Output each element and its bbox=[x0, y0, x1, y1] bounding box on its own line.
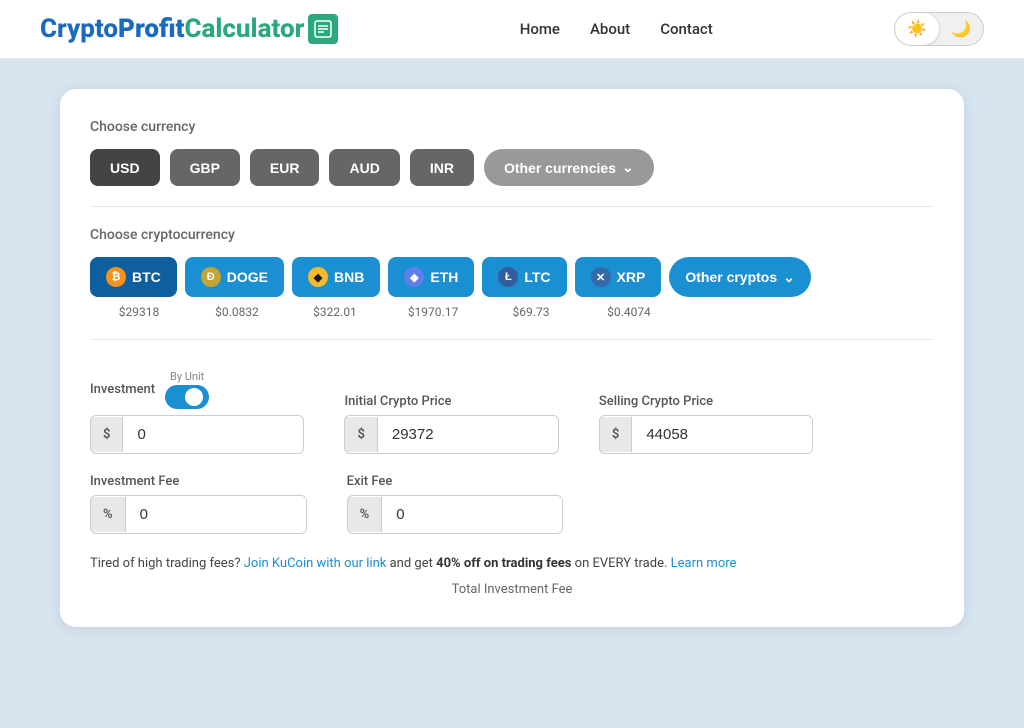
logo-calculator-text: Calculator bbox=[184, 14, 304, 44]
investment-fee-label: Investment Fee bbox=[90, 474, 307, 489]
currency-btn-aud[interactable]: AUD bbox=[329, 149, 399, 186]
main-nav: Home About Contact bbox=[520, 20, 713, 38]
btc-price: $29318 bbox=[94, 305, 184, 319]
nav-contact[interactable]: Contact bbox=[660, 20, 713, 38]
input-row-1: Investment By Unit $ bbox=[90, 370, 934, 454]
chevron-down-icon: ⌄ bbox=[622, 159, 634, 176]
initial-price-input[interactable] bbox=[378, 416, 558, 453]
initial-price-group: Initial Crypto Price $ bbox=[344, 394, 558, 454]
investment-input[interactable] bbox=[123, 416, 303, 453]
logo-icon bbox=[308, 14, 338, 44]
other-cryptos-label: Other cryptos bbox=[685, 269, 777, 285]
initial-price-prefix: $ bbox=[345, 417, 377, 452]
investment-input-wrapper: $ bbox=[90, 415, 304, 454]
other-cryptos-chevron-icon: ⌄ bbox=[783, 269, 795, 286]
ltc-label: LTC bbox=[524, 269, 550, 285]
promo-text: Tired of high trading fees? Join KuCoin … bbox=[90, 554, 934, 574]
exit-fee-prefix: % bbox=[348, 497, 383, 532]
dark-mode-button[interactable]: 🌙 bbox=[939, 13, 983, 45]
investment-prefix: $ bbox=[91, 417, 123, 452]
crypto-button-group: ₿ BTC Ð DOGE ◆ BNB ◆ ETH Ł LTC ✕ XRP bbox=[90, 257, 934, 297]
logo: Crypto Profit Calculator bbox=[40, 14, 338, 44]
investment-fee-group: Investment Fee % bbox=[90, 474, 307, 534]
investment-top: Investment By Unit bbox=[90, 370, 304, 409]
section-divider-2 bbox=[90, 339, 934, 340]
selling-price-input-wrapper: $ bbox=[599, 415, 813, 454]
exit-fee-group: Exit Fee % bbox=[347, 474, 564, 534]
crypto-btn-eth[interactable]: ◆ ETH bbox=[388, 257, 474, 297]
bnb-icon: ◆ bbox=[308, 267, 328, 287]
eth-icon: ◆ bbox=[404, 267, 424, 287]
selling-price-group: Selling Crypto Price $ bbox=[599, 394, 813, 454]
nav-home[interactable]: Home bbox=[520, 20, 560, 38]
selling-price-prefix: $ bbox=[600, 417, 632, 452]
doge-label: DOGE bbox=[227, 269, 268, 285]
investment-fee-prefix: % bbox=[91, 497, 126, 532]
xrp-icon: ✕ bbox=[591, 267, 611, 287]
currency-btn-gbp[interactable]: GBP bbox=[170, 149, 240, 186]
input-row-2: Investment Fee % Exit Fee % bbox=[90, 474, 934, 534]
bnb-label: BNB bbox=[334, 269, 364, 285]
logo-crypto-text: Crypto bbox=[40, 14, 118, 44]
nav-about[interactable]: About bbox=[590, 20, 630, 38]
promo-link-learn-more[interactable]: Learn more bbox=[671, 556, 737, 571]
crypto-btn-xrp[interactable]: ✕ XRP bbox=[575, 257, 662, 297]
crypto-btn-ltc[interactable]: Ł LTC bbox=[482, 257, 566, 297]
other-currencies-label: Other currencies bbox=[504, 160, 616, 176]
initial-price-input-wrapper: $ bbox=[344, 415, 558, 454]
currency-btn-eur[interactable]: EUR bbox=[250, 149, 320, 186]
promo-link-kucoin[interactable]: Join KuCoin with our link bbox=[244, 556, 387, 571]
initial-price-label: Initial Crypto Price bbox=[344, 394, 558, 409]
bnb-price: $322.01 bbox=[290, 305, 380, 319]
ltc-icon: Ł bbox=[498, 267, 518, 287]
currency-label: Choose currency bbox=[90, 119, 934, 135]
investment-fee-input-wrapper: % bbox=[90, 495, 307, 534]
doge-icon: Ð bbox=[201, 267, 221, 287]
currency-button-group: USD GBP EUR AUD INR Other currencies ⌄ bbox=[90, 149, 934, 186]
investment-fee-input[interactable] bbox=[126, 496, 306, 533]
section-divider-1 bbox=[90, 206, 934, 207]
exit-fee-input[interactable] bbox=[382, 496, 562, 533]
calculator-card: Choose currency USD GBP EUR AUD INR Othe… bbox=[60, 89, 964, 627]
promo-bold-text: 40% off on trading fees bbox=[436, 556, 571, 571]
logo-profit-text: Profit bbox=[118, 14, 184, 44]
crypto-btn-other[interactable]: Other cryptos ⌄ bbox=[669, 257, 811, 297]
crypto-label: Choose cryptocurrency bbox=[90, 227, 934, 243]
theme-toggle[interactable]: ☀️ 🌙 bbox=[894, 12, 984, 46]
exit-fee-input-wrapper: % bbox=[347, 495, 564, 534]
promo-text-middle: and get bbox=[390, 556, 433, 571]
crypto-btn-btc[interactable]: ₿ BTC bbox=[90, 257, 177, 297]
investment-label: Investment bbox=[90, 382, 155, 397]
inputs-section: Investment By Unit $ bbox=[90, 370, 934, 534]
selling-price-input[interactable] bbox=[632, 416, 812, 453]
main-wrapper: Choose currency USD GBP EUR AUD INR Othe… bbox=[0, 59, 1024, 728]
total-fee-label: Total Investment Fee bbox=[90, 582, 934, 597]
xrp-price: $0.4074 bbox=[584, 305, 674, 319]
promo-text-before: Tired of high trading fees? bbox=[90, 556, 241, 571]
currency-btn-usd[interactable]: USD bbox=[90, 149, 160, 186]
crypto-prices-row: $29318 $0.0832 $322.01 $1970.17 $69.73 $… bbox=[90, 305, 934, 319]
header: Crypto Profit Calculator Home About Cont… bbox=[0, 0, 1024, 59]
by-unit-label: By Unit bbox=[170, 370, 204, 383]
investment-group: Investment By Unit $ bbox=[90, 370, 304, 454]
by-unit-toggle[interactable] bbox=[165, 385, 209, 409]
xrp-label: XRP bbox=[617, 269, 646, 285]
light-mode-button[interactable]: ☀️ bbox=[895, 13, 939, 45]
eth-label: ETH bbox=[430, 269, 458, 285]
promo-text-after: on EVERY trade. bbox=[575, 556, 668, 571]
exit-fee-label: Exit Fee bbox=[347, 474, 564, 489]
currency-btn-other[interactable]: Other currencies ⌄ bbox=[484, 149, 654, 186]
eth-price: $1970.17 bbox=[388, 305, 478, 319]
selling-price-label: Selling Crypto Price bbox=[599, 394, 813, 409]
doge-price: $0.0832 bbox=[192, 305, 282, 319]
crypto-btn-doge[interactable]: Ð DOGE bbox=[185, 257, 284, 297]
btc-label: BTC bbox=[132, 269, 161, 285]
crypto-btn-bnb[interactable]: ◆ BNB bbox=[292, 257, 380, 297]
currency-btn-inr[interactable]: INR bbox=[410, 149, 474, 186]
ltc-price: $69.73 bbox=[486, 305, 576, 319]
btc-icon: ₿ bbox=[106, 267, 126, 287]
